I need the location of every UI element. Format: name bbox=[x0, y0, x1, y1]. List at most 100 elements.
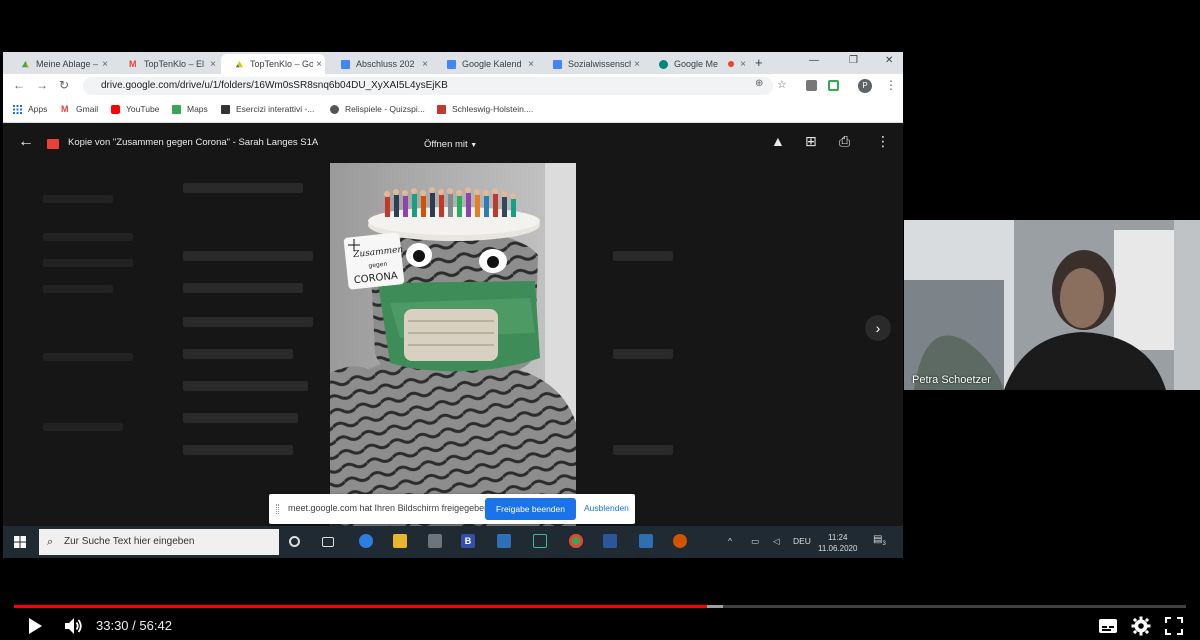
drive-file-row bbox=[183, 183, 303, 193]
close-tab-icon[interactable]: × bbox=[207, 59, 219, 70]
stop-sharing-button[interactable]: Freigabe beenden bbox=[485, 498, 576, 520]
restore-icon[interactable]: ❐ bbox=[849, 55, 858, 66]
close-tab-icon[interactable]: × bbox=[99, 59, 111, 70]
drive-sidebar-item bbox=[43, 353, 133, 361]
more-actions-icon[interactable]: ⋮ bbox=[876, 133, 890, 150]
minimize-icon[interactable]: — bbox=[809, 55, 819, 66]
browser-tab[interactable]: Meine Ablage – × bbox=[7, 54, 111, 74]
bookmark-apps[interactable]: Apps bbox=[13, 104, 47, 114]
zoom-icon[interactable]: ⊕ bbox=[755, 78, 763, 89]
drive-file-row bbox=[183, 283, 303, 293]
task-view-icon[interactable] bbox=[322, 537, 334, 547]
taskbar-clock[interactable]: 11:24 11.06.2020 bbox=[818, 532, 857, 554]
browser-tab[interactable]: Google Kalend × bbox=[433, 54, 537, 74]
star-icon[interactable]: ☆ bbox=[777, 78, 787, 91]
windows-start-icon[interactable] bbox=[14, 536, 26, 548]
notification-center-icon[interactable]: ▤3 bbox=[873, 534, 886, 547]
video-player[interactable]: Meine Ablage – × M TopTenKlo – El × TopTen… bbox=[0, 0, 1200, 640]
photos-icon[interactable] bbox=[639, 534, 653, 548]
shared-screen: Meine Ablage – × M TopTenKlo – El × TopTen… bbox=[3, 52, 903, 558]
forward-icon[interactable]: → bbox=[36, 78, 48, 92]
word-icon[interactable] bbox=[603, 534, 617, 548]
webcam-feed: Petra Schoetzer bbox=[904, 220, 1200, 390]
maps-icon bbox=[172, 104, 181, 114]
time-display: 33:30 / 56:42 bbox=[96, 618, 172, 633]
extension-icon[interactable] bbox=[806, 80, 817, 91]
browser-tab[interactable]: Google Me × bbox=[645, 54, 749, 74]
drive-file-row bbox=[613, 251, 673, 261]
back-icon[interactable]: ← bbox=[13, 78, 25, 92]
bookmark-maps[interactable]: Maps bbox=[172, 104, 208, 114]
app-icon[interactable] bbox=[533, 534, 547, 548]
apps-grid-icon bbox=[13, 104, 22, 114]
address-bar-row: ← → ↻ drive.google.com/drive/u/1/folders… bbox=[3, 74, 903, 98]
cortana-icon[interactable] bbox=[289, 536, 300, 547]
meet-icon bbox=[659, 59, 668, 69]
drive-file-row bbox=[613, 349, 673, 359]
drive-file-row bbox=[183, 445, 293, 455]
dropdown-caret-icon: ▼ bbox=[470, 142, 478, 149]
next-arrow-icon[interactable]: › bbox=[865, 315, 891, 341]
fullscreen-icon[interactable] bbox=[1165, 617, 1183, 635]
bookmark-icon bbox=[330, 104, 339, 114]
drive-file-row bbox=[183, 251, 313, 261]
google-drive-icon bbox=[235, 60, 244, 67]
drag-handle-icon[interactable] bbox=[276, 504, 279, 514]
reload-icon[interactable]: ↻ bbox=[59, 78, 69, 92]
bookmark-schleswig-holstein[interactable]: Schleswig-Holstein.... bbox=[437, 104, 533, 114]
volume-icon[interactable] bbox=[63, 616, 83, 636]
add-to-drive-icon[interactable]: ▲ bbox=[771, 133, 785, 149]
drive-sidebar-item bbox=[43, 195, 113, 203]
drive-sidebar-item bbox=[43, 233, 133, 241]
drive-file-row bbox=[183, 317, 313, 327]
close-tab-icon[interactable]: × bbox=[525, 59, 537, 70]
mail-icon[interactable] bbox=[497, 534, 511, 548]
back-arrow-icon[interactable]: ← bbox=[18, 133, 34, 151]
browser-tab[interactable]: Abschluss 202 × bbox=[327, 54, 431, 74]
app-icon[interactable] bbox=[673, 534, 687, 548]
drive-file-row bbox=[183, 381, 308, 391]
close-tab-icon[interactable]: × bbox=[419, 59, 431, 70]
profile-avatar[interactable]: P bbox=[858, 79, 872, 93]
subtitles-icon[interactable] bbox=[1098, 618, 1118, 634]
new-tab-button[interactable]: + bbox=[755, 55, 763, 70]
taskbar-search-input[interactable]: ⌕ Zur Suche Text hier eingeben bbox=[39, 529, 279, 555]
image-file-icon bbox=[47, 139, 59, 149]
tray-chevron-icon[interactable]: ^ bbox=[728, 536, 732, 546]
app-b-icon[interactable]: B bbox=[461, 534, 475, 548]
browser-tab-active[interactable]: TopTenKlo – Go × bbox=[221, 54, 325, 74]
settings-gear-icon[interactable] bbox=[1131, 616, 1151, 636]
webcam-video bbox=[904, 220, 1200, 390]
browser-tab[interactable]: M TopTenKlo – El × bbox=[115, 54, 219, 74]
extension-icon[interactable] bbox=[828, 80, 839, 91]
bookmark-youtube[interactable]: YouTube bbox=[111, 104, 159, 114]
browser-tab-bar: Meine Ablage – × M TopTenKlo – El × TopTen… bbox=[3, 52, 903, 74]
volume-icon[interactable]: ◁ bbox=[773, 536, 780, 547]
drive-sidebar-item bbox=[43, 423, 123, 431]
store-icon[interactable] bbox=[428, 534, 442, 548]
browser-tab[interactable]: Sozialwissensch × bbox=[539, 54, 643, 74]
close-tab-icon[interactable]: × bbox=[631, 59, 643, 70]
open-with-button[interactable]: Öffnen mit ▼ bbox=[418, 135, 483, 155]
menu-dots-icon[interactable]: ⋮ bbox=[885, 78, 897, 92]
calendar-icon bbox=[447, 59, 456, 69]
language-indicator[interactable]: DEU bbox=[793, 536, 811, 546]
add-comment-icon[interactable]: ⊞ bbox=[805, 133, 817, 150]
progress-played bbox=[14, 605, 707, 608]
close-tab-icon[interactable]: × bbox=[313, 59, 325, 70]
youtube-icon bbox=[111, 104, 120, 114]
bookmark-esercizi[interactable]: Esercizi interattivi -... bbox=[221, 104, 314, 114]
close-tab-icon[interactable]: × bbox=[737, 59, 749, 70]
url-field[interactable]: drive.google.com/drive/u/1/folders/16Wm0… bbox=[83, 77, 773, 95]
print-icon[interactable]: ⎙ bbox=[839, 133, 850, 150]
chrome-icon[interactable] bbox=[569, 534, 583, 548]
close-window-icon[interactable]: ✕ bbox=[885, 55, 893, 66]
edge-icon[interactable] bbox=[359, 534, 373, 548]
bookmark-relispiele[interactable]: Relispiele - Quizspi... bbox=[330, 104, 425, 114]
play-icon[interactable] bbox=[27, 617, 43, 635]
bookmark-gmail[interactable]: M Gmail bbox=[61, 104, 98, 114]
hide-button[interactable]: Ausblenden bbox=[584, 503, 629, 513]
file-explorer-icon[interactable] bbox=[393, 534, 407, 548]
gmail-icon: M bbox=[61, 103, 69, 114]
windows-taskbar: ⌕ Zur Suche Text hier eingeben B ^ ▭ ◁ D… bbox=[3, 526, 903, 558]
